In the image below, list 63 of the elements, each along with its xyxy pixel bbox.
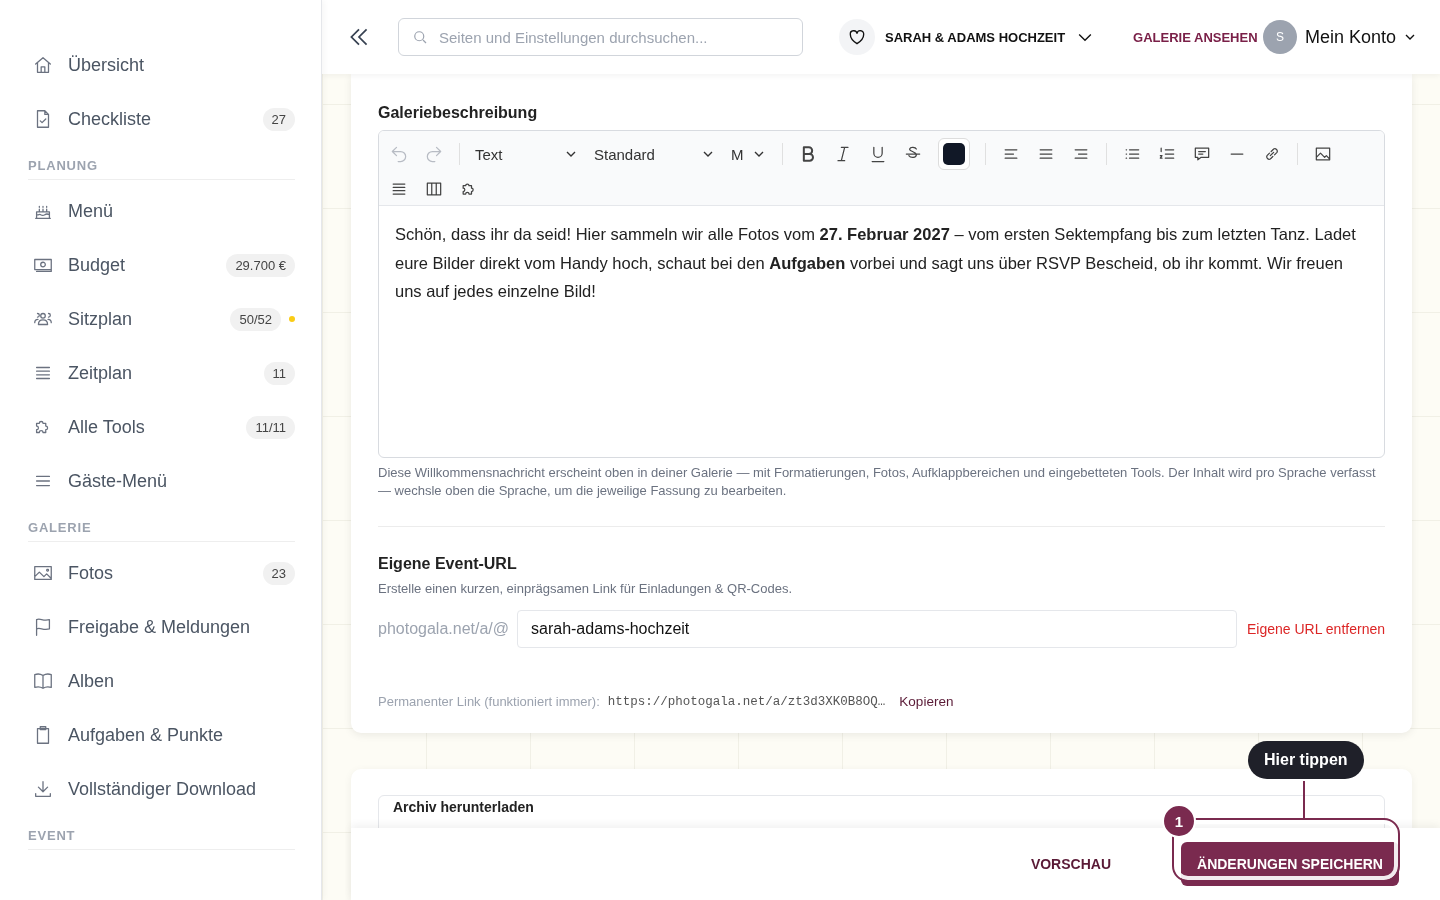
- count-badge: 23: [262, 561, 295, 585]
- color-picker[interactable]: [938, 138, 970, 170]
- search-icon: [411, 28, 429, 46]
- item-label: Übersicht: [68, 54, 146, 76]
- section-heading: GALERIE: [28, 508, 295, 542]
- item-label: Budget: [68, 254, 127, 276]
- sidebar-item[interactable]: Übersicht: [28, 38, 295, 92]
- count-badge: 50/52: [230, 307, 281, 331]
- sidebar-item[interactable]: Aufgaben & Punkte: [28, 708, 295, 762]
- count-badge: 29.700 €: [226, 253, 295, 277]
- section-heading: PLANUNG: [28, 146, 295, 180]
- item-label: Gäste-Menü: [68, 470, 169, 492]
- sidebar-item[interactable]: Alben: [28, 654, 295, 708]
- field-label: Galeriebeschreibung: [378, 104, 539, 122]
- section-subtitle: Erstelle einen kurzen, einprägsamen Link für Einladungen & QR-Codes.: [378, 581, 794, 596]
- item-label: Freigabe & Meldungen: [68, 616, 252, 638]
- archive-title: Archiv herunterladen: [393, 799, 534, 815]
- count-badge: 11/11: [246, 415, 295, 439]
- status-dot: [289, 316, 295, 322]
- leader-line: [1303, 781, 1305, 820]
- section-heading: EVENT: [28, 816, 295, 850]
- copy-link[interactable]: Kopieren: [899, 694, 954, 709]
- house-icon: [32, 54, 54, 76]
- item-label: Alben: [68, 670, 116, 692]
- item-label: Alle Tools: [68, 416, 146, 438]
- account-menu[interactable]: S Mein Konto: [1262, 20, 1418, 54]
- sidebar-item[interactable]: Zeitplan 11: [28, 346, 295, 400]
- url-input[interactable]: sarah-adams-hochzeit: [517, 610, 1237, 648]
- item-label: Vollständiger Download: [68, 778, 258, 800]
- item-label: Zeitplan: [68, 362, 134, 384]
- preview-button[interactable]: VORSCHAU: [1030, 856, 1111, 872]
- sidebar-item[interactable]: Budget 29.700 €: [28, 238, 295, 292]
- block-type-dropdown[interactable]: Text: [475, 137, 579, 171]
- count-badge: 27: [262, 107, 295, 131]
- url-prefix: photogala.net/a/@: [378, 620, 509, 638]
- sidebar-item[interactable]: Checkliste 27: [28, 92, 295, 146]
- item-label: Menü: [68, 200, 115, 222]
- item-label: Checkliste: [68, 108, 153, 130]
- item-label: Sitzplan: [68, 308, 134, 330]
- sidebar-item[interactable]: Vollständiger Download: [28, 762, 295, 816]
- event-dropdown[interactable]: SARAH & ADAMS HOCHZEIT: [885, 27, 1096, 47]
- sidebar-item[interactable]: Alle Tools 11/11: [28, 400, 295, 454]
- size-dropdown[interactable]: M: [731, 137, 767, 171]
- download-icon: [32, 778, 54, 800]
- sidebar-item[interactable]: Sitzplan 50/52: [28, 292, 295, 346]
- sidebar-item[interactable]: Gäste-Menü: [28, 454, 295, 508]
- sidebar-item[interactable]: Menü: [28, 184, 295, 238]
- font-dropdown[interactable]: Standard: [594, 137, 716, 171]
- count-badge: 11: [263, 361, 295, 385]
- search-field[interactable]: Seiten und Einstellungen durchsuchen...: [398, 18, 803, 56]
- sidebar-item[interactable]: Freigabe & Meldungen: [28, 600, 295, 654]
- permalink-label: Permanenter Link (funktioniert immer):: [378, 694, 600, 709]
- item-label: Fotos: [68, 562, 115, 584]
- view-gallery-link[interactable]: GALERIE ANSEHEN: [1133, 29, 1258, 45]
- editor-text[interactable]: Schön, dass ihr da seid! Hier sammeln wir alle Fotos vom 27. Februar 2027 – vom ersten Sektempfang bis zum letzten Tanz. Ladet eure Bilder direkt vom Handy hoch, schaut bei den Aufgaben vorbei und sagt uns über RSVP Bescheid, ob ihr kommt. Wir freuen uns auf jedes einzelne Bild!: [379, 206, 1384, 320]
- item-label: Aufgaben & Punkte: [68, 724, 225, 746]
- tooltip: Hier tippen: [1248, 741, 1364, 779]
- help-text: Diese Willkommensnachricht erscheint oben in deiner Galerie — mit Formatierungen, Fotos, Aufklappbereichen und eingebetteten Tools. Der Inhalt wird pro Sprache verfasst — wechsle oben die Sprache, um die jeweilige Fassung zu bearbeiten.: [378, 464, 1377, 500]
- sidebar-item[interactable]: Fotos 23: [28, 546, 295, 600]
- remove-url-link[interactable]: Eigene URL entfernen: [1246, 621, 1385, 637]
- permalink-url: https://photogala.net/a/zt3d3XK0B8OQ…: [607, 694, 886, 709]
- section-title: Eigene Event-URL: [378, 555, 518, 573]
- book-icon: [32, 670, 54, 692]
